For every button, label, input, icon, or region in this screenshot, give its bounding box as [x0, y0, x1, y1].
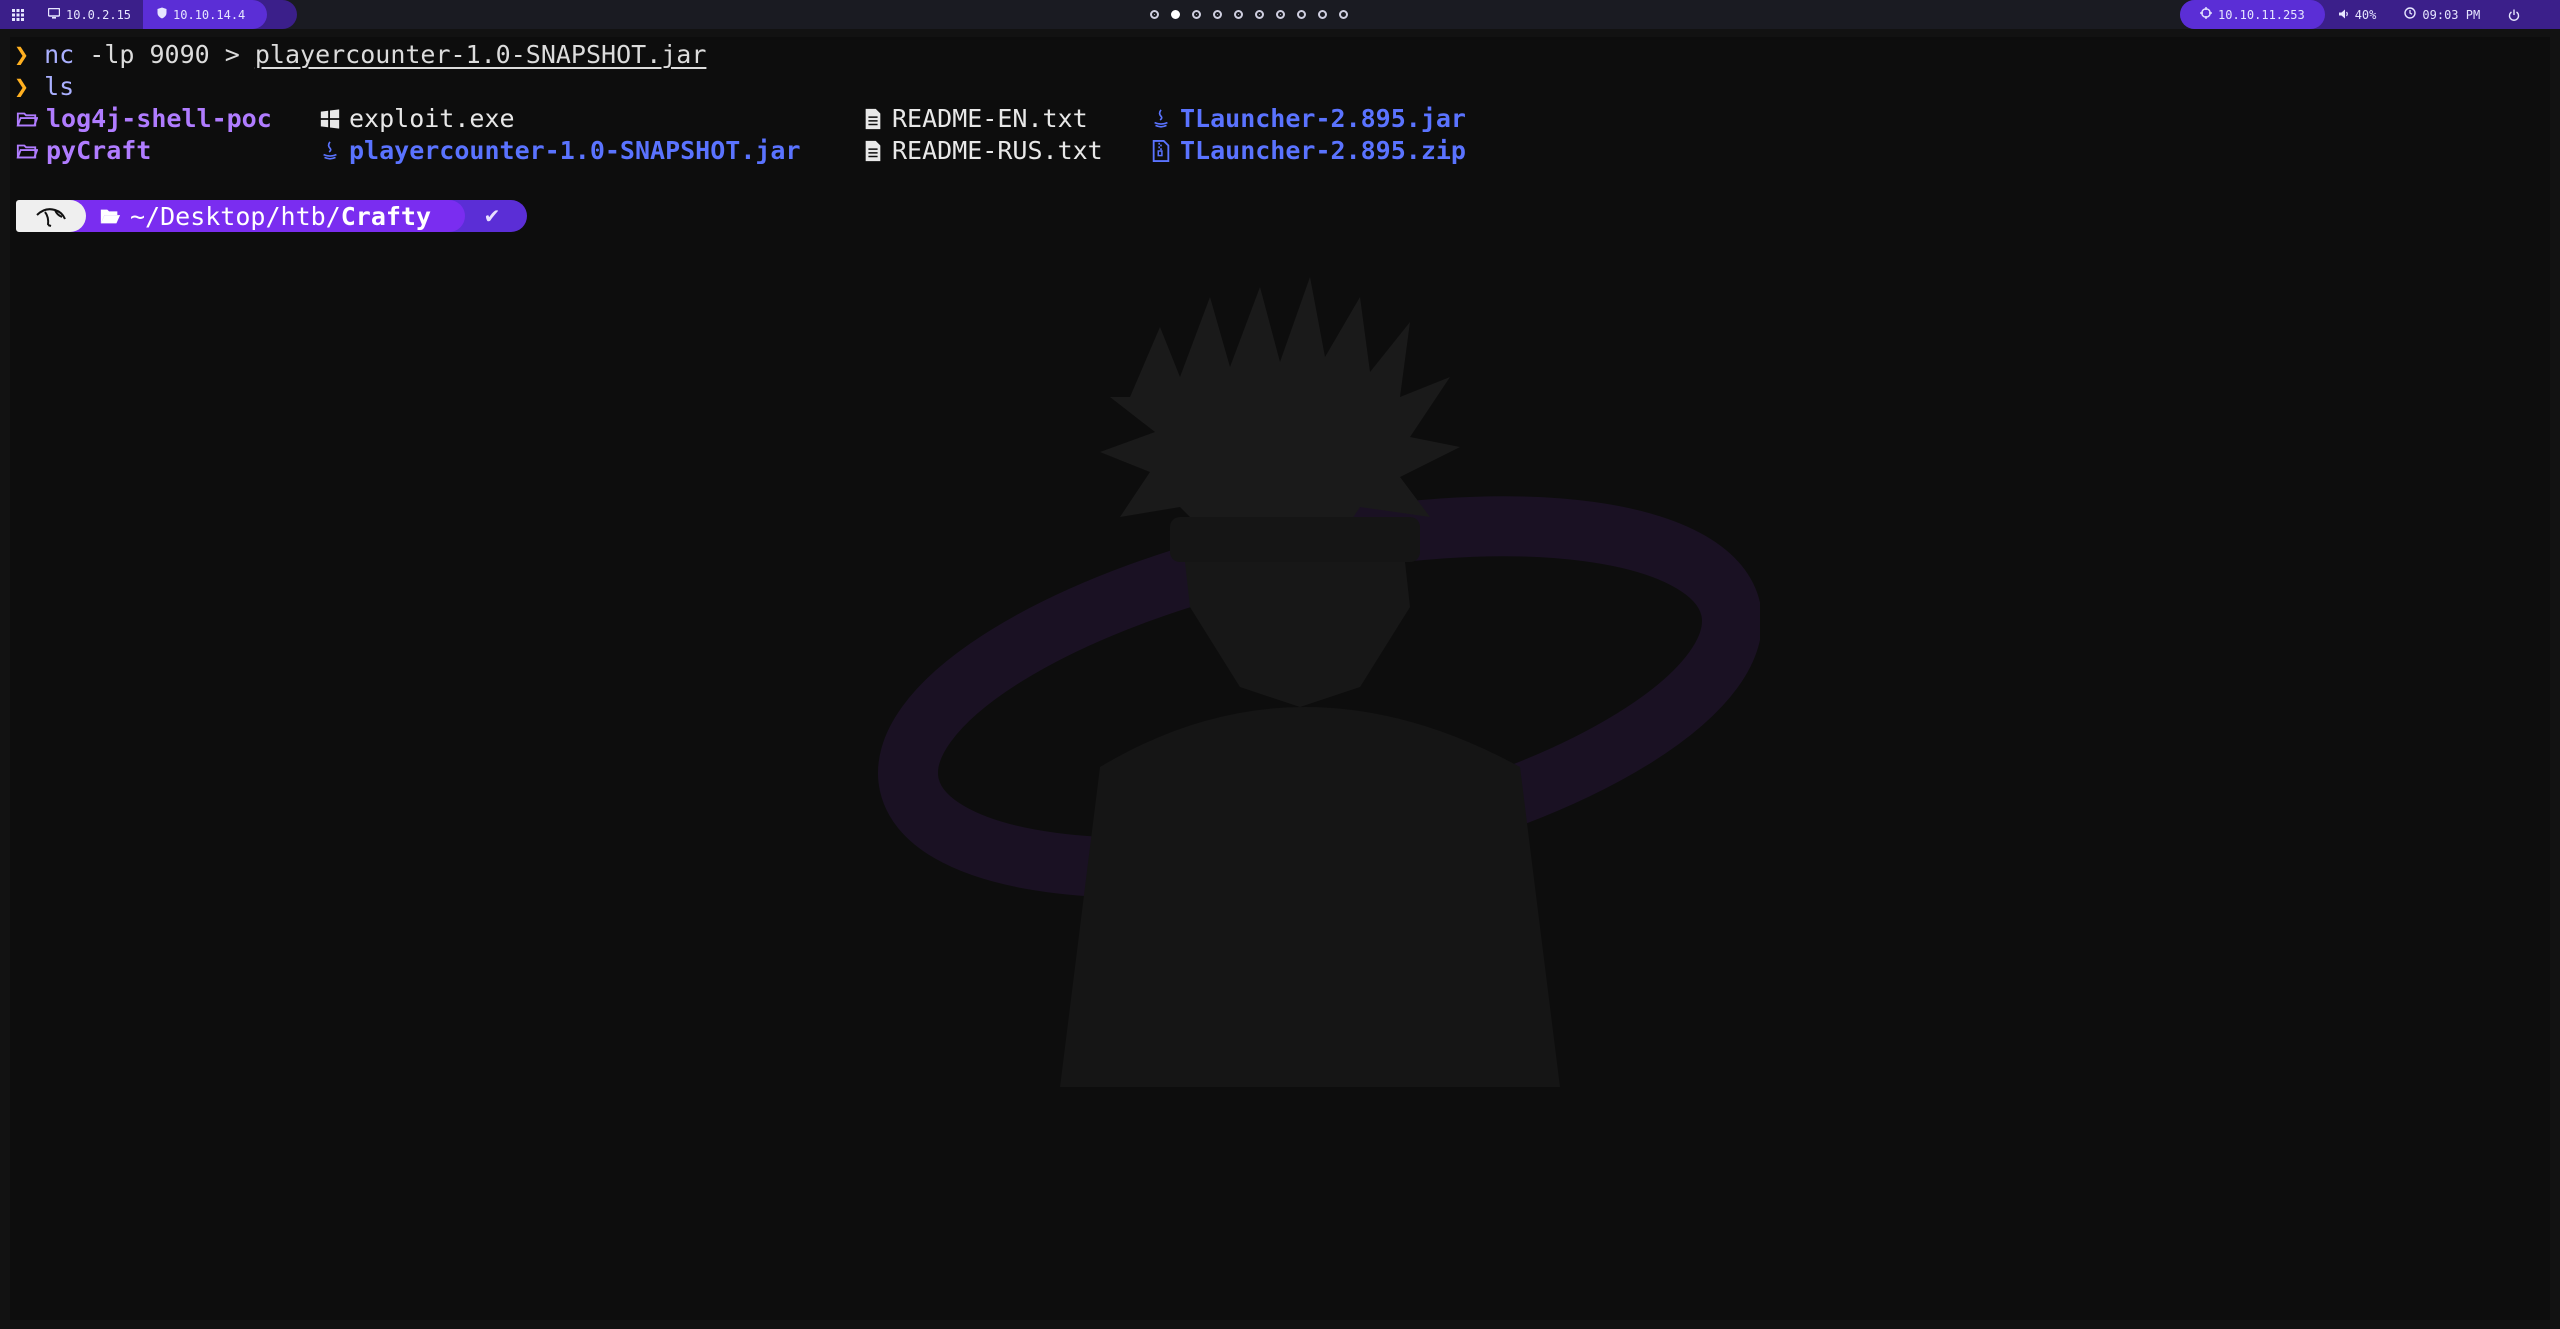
workspace-5-indicator[interactable]: [1234, 10, 1243, 19]
workspace-2-indicator[interactable]: [1171, 10, 1180, 19]
vpn-ip-widget[interactable]: 10.10.14.4: [143, 0, 268, 29]
check-icon: ✔: [483, 204, 501, 228]
windows-icon: [320, 109, 340, 129]
speaker-icon: [2338, 8, 2349, 22]
ls-item-pycraft[interactable]: pyCraft: [16, 135, 151, 167]
topbar-right-group: 10.10.11.253 40% 09:03 PM: [2180, 0, 2560, 29]
grid-icon[interactable]: [0, 8, 36, 21]
ls-item-label: README-RUS.txt: [892, 136, 1103, 165]
shield-icon: [157, 7, 167, 22]
shell-prompt: ~/Desktop/htb/Crafty ✔: [16, 200, 528, 232]
target-ip-widget[interactable]: 10.10.11.253: [2180, 0, 2325, 29]
volume-widget[interactable]: 40%: [2325, 0, 2391, 29]
prompt-arrow: ❯: [14, 72, 30, 101]
ls-item-label: TLauncher-2.895.zip: [1180, 136, 1466, 165]
host-ip-text: 10.0.2.15: [66, 7, 132, 22]
top-bar: 10.0.2.15 10.10.14.4 10.10.11.253 40% 09…: [0, 0, 2560, 29]
kali-dragon-icon: [16, 200, 86, 232]
host-ip-widget[interactable]: 10.0.2.15: [36, 0, 143, 29]
ls-item-tlauncher-jar[interactable]: TLauncher-2.895.jar: [1150, 103, 1466, 135]
workspace-1-indicator[interactable]: [1150, 10, 1159, 19]
history-line-2: ❯ ls: [14, 71, 74, 103]
workspace-indicator: [1150, 0, 1348, 29]
wallpaper-image: [877, 277, 1760, 1087]
clock-widget[interactable]: 09:03 PM: [2390, 0, 2494, 29]
clock-text: 09:03 PM: [2422, 7, 2481, 22]
prompt-path-current: Crafty: [340, 201, 432, 231]
command-args: -lp 9090 >: [74, 40, 255, 69]
command-name: ls: [44, 72, 75, 101]
ls-item-label: pyCraft: [46, 136, 152, 165]
ls-item-tlauncher-zip[interactable]: TLauncher-2.895.zip: [1150, 135, 1466, 167]
ls-item-label: exploit.exe: [349, 104, 515, 133]
workspace-7-indicator[interactable]: [1276, 10, 1285, 19]
ls-item-readme-en[interactable]: README-EN.txt: [862, 103, 1088, 135]
volume-text: 40%: [2354, 7, 2377, 22]
ls-item-label: TLauncher-2.895.jar: [1180, 104, 1466, 133]
vpn-ip-text: 10.10.14.4: [173, 7, 246, 22]
ls-item-exploit-exe[interactable]: exploit.exe: [319, 103, 515, 135]
ls-item-label: log4j-shell-poc: [46, 104, 272, 133]
folder-icon: [16, 112, 38, 127]
ls-item-log4j-shell-poc[interactable]: log4j-shell-poc: [16, 103, 272, 135]
workspace-8-indicator[interactable]: [1297, 10, 1306, 19]
target-ip-text: 10.10.11.253: [2218, 7, 2305, 22]
ls-item-label: README-EN.txt: [892, 104, 1088, 133]
terminal-window[interactable]: ❯ nc -lp 9090 > playercounter-1.0-SNAPSH…: [10, 37, 2550, 1320]
topbar-left-group: 10.0.2.15 10.10.14.4: [0, 0, 297, 29]
java-icon: [323, 141, 337, 160]
prompt-path-segment: ~/Desktop/htb/Crafty: [68, 200, 466, 232]
ls-item-label: playercounter-1.0-SNAPSHOT.jar: [349, 136, 801, 165]
ls-item-readme-rus[interactable]: README-RUS.txt: [862, 135, 1103, 167]
monitor-icon: [47, 7, 61, 22]
workspace-4-indicator[interactable]: [1213, 10, 1222, 19]
zip-icon: [1152, 140, 1170, 162]
command-target-file[interactable]: playercounter-1.0-SNAPSHOT.jar: [255, 40, 707, 69]
java-icon: [1154, 109, 1168, 128]
prompt-arrow: ❯: [14, 40, 30, 69]
target-icon: [2200, 7, 2212, 22]
command-name: nc: [44, 40, 75, 69]
ls-item-playercounter-jar[interactable]: playercounter-1.0-SNAPSHOT.jar: [319, 135, 801, 167]
workspace-3-indicator[interactable]: [1192, 10, 1201, 19]
history-line-1: ❯ nc -lp 9090 > playercounter-1.0-SNAPSH…: [14, 39, 706, 71]
file-icon: [865, 108, 881, 130]
workspace-9-indicator[interactable]: [1318, 10, 1327, 19]
workspace-10-indicator[interactable]: [1339, 10, 1348, 19]
workspace-6-indicator[interactable]: [1255, 10, 1264, 19]
prompt-path-prefix: ~/Desktop/htb/: [130, 201, 341, 231]
power-icon[interactable]: [2494, 0, 2534, 29]
folder-open-icon: [100, 209, 121, 224]
file-icon: [865, 140, 881, 162]
folder-icon: [16, 144, 38, 159]
clock-icon: [2404, 7, 2417, 22]
